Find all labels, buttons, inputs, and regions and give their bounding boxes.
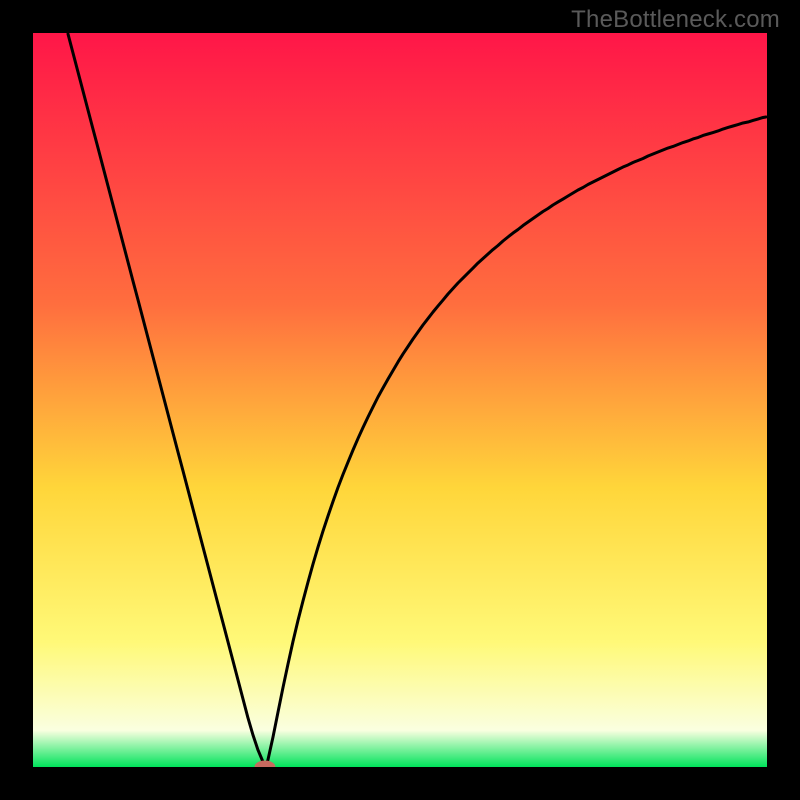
gradient-background — [33, 33, 767, 767]
bottleneck-chart — [33, 33, 767, 767]
watermark-label: TheBottleneck.com — [571, 6, 780, 34]
chart-frame: TheBottleneck.com — [0, 0, 800, 800]
plot-area — [33, 33, 767, 767]
